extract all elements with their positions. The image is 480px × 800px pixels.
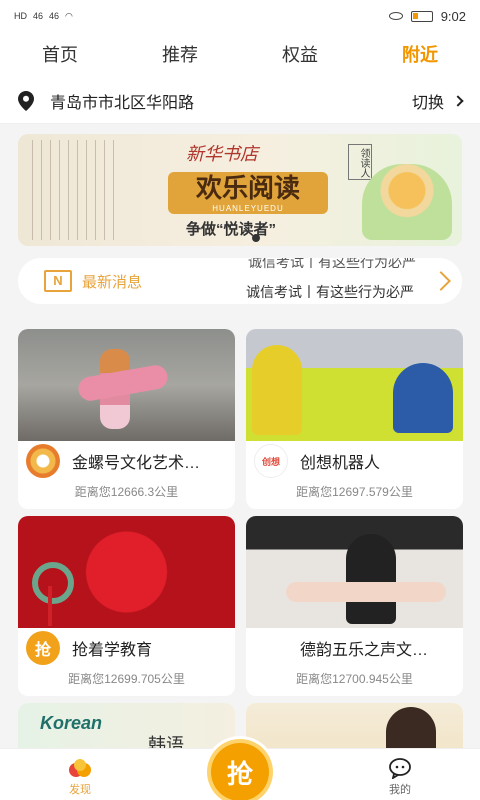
battery-icon — [410, 10, 433, 22]
avatar — [254, 631, 288, 665]
card-title: 抢着学教育 — [72, 642, 153, 659]
chat-bubble-icon — [389, 757, 411, 779]
promo-banner[interactable]: 新华书店 欢乐阅读 HUANLEYUEDU 争做“悦读者” 领读人 — [18, 134, 462, 246]
signal-strength-2: 46 — [49, 11, 60, 21]
location-switch-button[interactable]: 切换 — [411, 89, 464, 113]
banner-subtitle: 争做“悦读者” — [186, 221, 277, 238]
banner-store-name: 新华书店 — [186, 144, 258, 165]
banner-lion-artwork — [362, 164, 452, 240]
card-photo — [246, 329, 463, 441]
clock: 9:02 — [440, 8, 466, 24]
tab-discover[interactable]: 发现 — [0, 749, 160, 800]
tab-recommend[interactable]: 推荐 — [120, 32, 240, 78]
card-distance: 距离您12697.579公里 — [296, 485, 413, 499]
card-title: 创想机器人 — [300, 455, 381, 472]
avatar: 抢 — [26, 631, 60, 665]
card-photo-caption: Korean — [40, 713, 103, 733]
news-headline-prev: 诚信考试丨有这些行为必严 — [248, 258, 416, 270]
news-icon: N — [44, 270, 72, 292]
hd-label: HD — [14, 11, 27, 21]
chevron-right-icon — [431, 271, 451, 291]
eye-icon — [388, 12, 403, 20]
card-title: 德韵五乐之声文… — [300, 642, 429, 659]
top-nav: 首页 推荐 权益 附近 — [0, 32, 480, 78]
signal-indicators: HD 46 46 ◠ — [14, 11, 73, 22]
wifi-icon: ◠ — [65, 10, 73, 21]
tab-benefits[interactable]: 权益 — [240, 32, 360, 78]
tab-mine-label: 我的 — [389, 783, 411, 796]
news-headline: 诚信考试丨有这些行为必严 — [246, 284, 414, 300]
banner-left-artwork — [24, 140, 114, 240]
tab-mine[interactable]: 我的 — [320, 749, 480, 800]
banner-badge: 领读人 — [348, 144, 372, 180]
switch-label: 切换 — [411, 94, 444, 112]
grab-button[interactable]: 抢 — [204, 736, 276, 800]
banner-page-indicator — [252, 234, 260, 242]
chevron-right-icon — [452, 94, 464, 107]
avatar — [26, 444, 60, 478]
tab-discover-label: 发现 — [69, 783, 91, 796]
news-label: 最新消息 — [82, 273, 143, 291]
card-photo — [18, 329, 235, 441]
grab-button-label: 抢 — [211, 743, 269, 800]
card-photo — [246, 516, 463, 628]
banner-pinyin: HUANLEYUEDU — [212, 204, 284, 213]
discover-icon — [69, 758, 91, 777]
list-item[interactable]: 抢 抢着学教育 距离您12699.705公里 — [18, 516, 235, 696]
card-title: 金螺号文化艺术… — [72, 455, 201, 472]
news-ticker: 诚信考试丨有这些行为必严 诚信考试丨有这些行为必严 — [178, 258, 430, 304]
status-bar: HD 46 46 ◠ 9:02 — [0, 0, 480, 32]
news-ticker-bar[interactable]: N 最新消息 诚信考试丨有这些行为必严 诚信考试丨有这些行为必严 — [18, 258, 462, 304]
tab-home[interactable]: 首页 — [0, 32, 120, 78]
banner-title: 欢乐阅读 — [195, 173, 300, 203]
tab-nearby[interactable]: 附近 — [360, 32, 480, 78]
avatar: 创想 — [254, 444, 288, 478]
list-item[interactable]: 创想 创想机器人 距离您12697.579公里 — [246, 329, 463, 509]
card-distance: 距离您12666.3公里 — [74, 485, 179, 499]
location-bar: 青岛市市北区华阳路 切换 — [0, 78, 480, 124]
card-photo — [18, 516, 235, 628]
location-address: 青岛市市北区华阳路 — [50, 94, 195, 112]
card-distance: 距离您12699.705公里 — [68, 672, 185, 686]
list-item[interactable]: 金螺号文化艺术… 距离您12666.3公里 — [18, 329, 235, 509]
card-distance: 距离您12700.945公里 — [296, 672, 413, 686]
list-item[interactable]: 德韵五乐之声文… 距离您12700.945公里 — [246, 516, 463, 696]
signal-strength: 46 — [33, 11, 44, 21]
location-pin-icon — [18, 90, 34, 111]
